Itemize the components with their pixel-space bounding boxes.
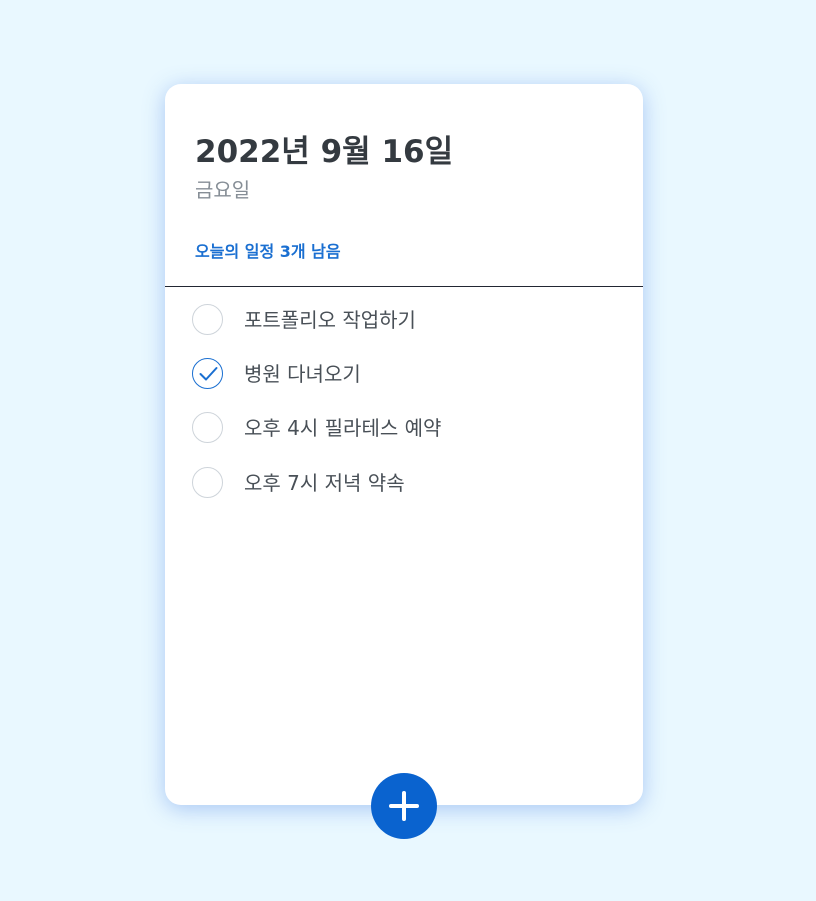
plus-icon: [402, 791, 406, 821]
checkbox-circle-checked[interactable]: [192, 358, 223, 389]
todo-item[interactable]: 병원 다녀오기: [192, 358, 612, 392]
todo-item[interactable]: 오후 4시 필라테스 예약: [192, 412, 612, 446]
todo-card: 2022년 9월 16일 금요일 오늘의 일정 3개 남음 포트폴리오 작업하기…: [165, 84, 643, 805]
todo-item[interactable]: 오후 7시 저녁 약속: [192, 467, 612, 501]
checkbox-circle[interactable]: [192, 467, 223, 498]
date-title: 2022년 9월 16일: [195, 134, 454, 170]
remaining-tasks-count: 오늘의 일정 3개 남음: [195, 242, 341, 261]
checkbox-circle[interactable]: [192, 304, 223, 335]
checkbox-circle[interactable]: [192, 412, 223, 443]
todo-item[interactable]: 포트폴리오 작업하기: [192, 304, 612, 338]
todo-item-text: 포트폴리오 작업하기: [244, 308, 416, 332]
check-icon: [199, 367, 218, 381]
weekday-label: 금요일: [195, 178, 251, 202]
todo-item-text: 병원 다녀오기: [244, 362, 361, 386]
todo-header: 2022년 9월 16일 금요일 오늘의 일정 3개 남음: [165, 84, 643, 287]
add-todo-button[interactable]: [371, 773, 437, 839]
todo-item-text: 오후 7시 저녁 약속: [244, 471, 405, 495]
todo-item-text: 오후 4시 필라테스 예약: [244, 416, 442, 440]
